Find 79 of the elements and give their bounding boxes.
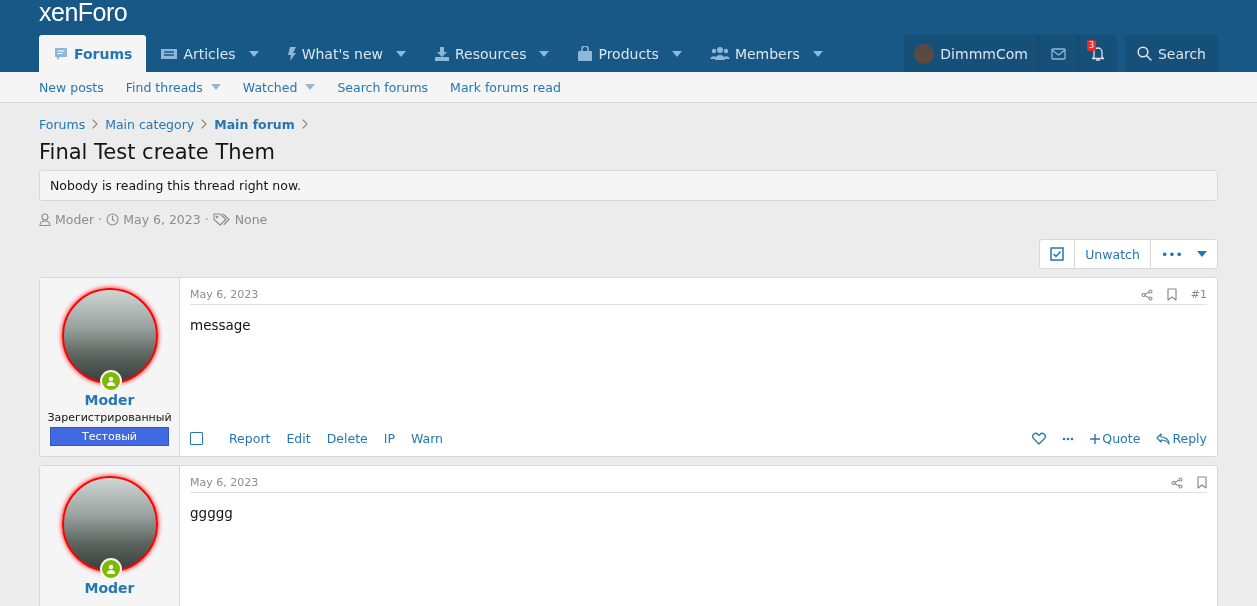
caret-icon xyxy=(1197,251,1207,257)
caret-icon xyxy=(395,50,406,57)
post-action-link[interactable]: IP xyxy=(383,431,395,446)
checkbox-icon xyxy=(1050,247,1065,261)
thread-date[interactable]: May 6, 2023 xyxy=(123,212,201,227)
user-avatar-icon xyxy=(914,43,935,64)
more-dots-icon[interactable] xyxy=(1062,436,1075,441)
breadcrumb-link[interactable]: Main forum xyxy=(214,116,295,132)
caret-icon xyxy=(539,50,550,57)
chevron-icon xyxy=(300,119,309,129)
caret-icon xyxy=(671,50,682,57)
sub-nav-link[interactable]: Search forums xyxy=(337,79,429,95)
share-icon[interactable] xyxy=(1140,288,1153,301)
breadcrumb-link[interactable]: Forums xyxy=(39,116,86,132)
thread-title: Final Test create Them xyxy=(39,140,276,164)
post-action-link[interactable]: Quote xyxy=(1090,431,1141,446)
online-status-icon xyxy=(99,558,122,580)
caret-icon xyxy=(305,84,316,90)
chat-icon xyxy=(53,45,69,62)
breadcrumb-link[interactable]: Main category xyxy=(105,116,195,132)
nav-tab[interactable]: Members xyxy=(695,35,837,72)
post-action-link[interactable]: Report xyxy=(229,431,271,446)
meta-separator: · xyxy=(204,212,209,227)
post-action-link[interactable]: Delete xyxy=(326,431,368,446)
caret-icon xyxy=(248,50,259,57)
site-logo[interactable]: xenForo xyxy=(39,0,128,25)
select-checkbox[interactable] xyxy=(190,432,203,445)
post-username[interactable]: Moder xyxy=(84,392,135,408)
post-number[interactable]: #1 xyxy=(1190,288,1207,301)
lightning-icon xyxy=(286,45,297,62)
post-action-link[interactable]: Warn xyxy=(410,431,444,446)
chevron-icon xyxy=(91,119,100,129)
sub-nav-link[interactable]: Find threads xyxy=(125,79,221,95)
reply-arrow-icon xyxy=(1156,432,1171,445)
bookmark-icon[interactable] xyxy=(1197,476,1207,489)
online-status-icon xyxy=(99,370,122,392)
unwatch-button[interactable]: Unwatch xyxy=(1075,240,1151,268)
post-date[interactable]: May 6, 2023 xyxy=(190,288,259,301)
users-icon xyxy=(709,46,730,61)
user-title: Зарегистрированный xyxy=(47,411,172,424)
search-button[interactable]: Search xyxy=(1124,35,1218,72)
post-message: message xyxy=(190,317,252,335)
user-icon xyxy=(39,213,51,226)
alert-count-badge: 3 xyxy=(1086,40,1096,51)
more-options-button[interactable]: ••• xyxy=(1150,240,1217,268)
post-date[interactable]: May 6, 2023 xyxy=(190,476,259,489)
meta-separator: · xyxy=(98,212,103,227)
nav-tab[interactable]: Products xyxy=(563,35,696,72)
thread-author[interactable]: Moder xyxy=(55,212,95,227)
thread-tags: None xyxy=(234,212,268,227)
heart-icon[interactable] xyxy=(1032,432,1047,445)
post-action-link[interactable]: Edit xyxy=(286,431,311,446)
sub-nav-link[interactable]: Watched xyxy=(242,79,316,95)
user-banner: Тестовый xyxy=(50,427,169,446)
shopping-bag-icon xyxy=(577,45,594,62)
nav-tab[interactable]: Articles xyxy=(146,35,273,72)
sub-nav-link[interactable]: New posts xyxy=(39,79,104,95)
share-icon[interactable] xyxy=(1171,476,1183,489)
bookmark-icon[interactable] xyxy=(1166,288,1177,301)
tag-icon xyxy=(212,213,231,226)
download-icon xyxy=(433,45,450,62)
sub-nav-link[interactable]: Mark forums read xyxy=(450,79,561,95)
caret-icon xyxy=(812,50,823,57)
post-message: ggggg xyxy=(190,505,234,523)
caret-icon xyxy=(210,84,221,90)
clock-icon xyxy=(106,213,120,226)
post-action-link[interactable]: Reply xyxy=(1156,431,1207,446)
search-icon xyxy=(1136,46,1152,61)
post-username[interactable]: Moder xyxy=(84,580,135,596)
chevron-icon xyxy=(200,119,209,129)
nav-tab[interactable]: Resources xyxy=(419,35,564,72)
plus-icon xyxy=(1090,433,1101,444)
nav-tab[interactable]: Forums xyxy=(39,35,147,72)
newspaper-icon xyxy=(160,46,179,61)
nav-tab[interactable]: What's new xyxy=(272,35,420,72)
envelope-icon xyxy=(1050,47,1066,60)
alerts-button[interactable]: 3 xyxy=(1078,35,1117,72)
reading-notice: Nobody is reading this thread right now. xyxy=(39,170,1218,201)
bell-icon xyxy=(1090,46,1105,61)
